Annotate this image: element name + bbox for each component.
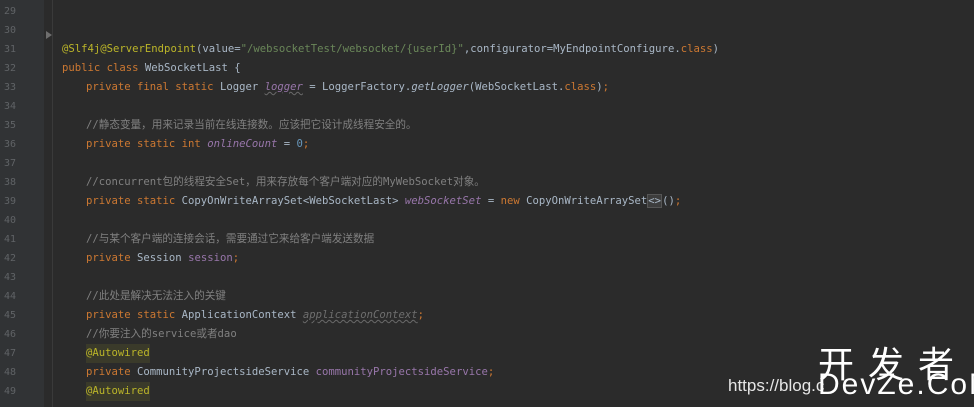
class-declaration: WebSocketLast {: [138, 62, 241, 74]
line-number: 36: [3, 139, 16, 150]
semicolon: ;: [302, 138, 310, 150]
code-line-33: 33 private final static Logger logger = …: [0, 78, 974, 97]
code-line-40: 40: [0, 211, 974, 230]
code-line-32: 32 public class WebSocketLast {: [0, 59, 974, 78]
field-name: communityProjectsideService: [315, 366, 488, 378]
semicolon: ;: [487, 366, 495, 378]
line-number: 34: [3, 101, 16, 112]
keyword: private: [86, 366, 131, 378]
fold-arrow-icon[interactable]: [46, 31, 52, 39]
line-number: 38: [3, 177, 16, 188]
code-token: Session: [130, 252, 189, 264]
line-number: 44: [3, 291, 16, 302]
line-number: 37: [3, 158, 16, 169]
code-line-34: 34: [0, 97, 974, 116]
code-line-38: 38 //concurrent包的线程安全Set，用来存放每个客户端对应的MyW…: [0, 173, 974, 192]
code-token: = LoggerFactory.: [302, 81, 412, 93]
line-number: 39: [3, 196, 16, 207]
line-number: 31: [3, 44, 16, 55]
watermark-logo-english: DevZe.CoM: [818, 368, 974, 401]
code-token: =: [481, 195, 501, 207]
code-line-45: 45 private static ApplicationContext app…: [0, 306, 974, 325]
field-name: onlineCount: [207, 138, 278, 150]
keyword: class: [564, 81, 597, 93]
annotation: @Autowired: [86, 382, 150, 401]
watermark-url: https://blog.c: [728, 376, 825, 395]
keyword: private final static: [86, 81, 214, 93]
line-number: 48: [3, 367, 16, 378]
code-token: (): [662, 195, 675, 207]
code-line-39: 39 private static CopyOnWriteArraySet<We…: [0, 192, 974, 211]
code-line-43: 43: [0, 268, 974, 287]
line-number: 42: [3, 253, 16, 264]
line-number: 46: [3, 329, 16, 340]
keyword: new: [500, 195, 520, 207]
code-line-35: 35 //静态变量，用来记录当前在线连接数。应该把它设计成线程安全的。: [0, 116, 974, 135]
keyword: private static: [86, 195, 176, 207]
comment: //concurrent包的线程安全Set，用来存放每个客户端对应的MyWebS…: [86, 176, 485, 188]
method-call: getLogger: [411, 81, 469, 93]
line-number: 40: [3, 215, 16, 226]
line-number: 49: [3, 386, 16, 397]
semicolon: ;: [417, 309, 425, 321]
code-line-42: 42 private Session session;: [0, 249, 974, 268]
line-number: 33: [3, 82, 16, 93]
annotation: @Autowired: [86, 344, 150, 363]
field-name: webSocketSet: [404, 195, 482, 207]
line-number: 43: [3, 272, 16, 283]
code-token: Logger: [213, 81, 265, 93]
code-line-30: 30 @ServerEndpoint(value="/websocketTest…: [0, 21, 974, 55]
line-number: 30: [3, 25, 16, 36]
code-token: =: [277, 138, 297, 150]
keyword: private: [86, 252, 131, 264]
field-name: session: [188, 252, 233, 264]
line-number: 32: [3, 63, 16, 74]
code-token: CopyOnWriteArraySet<WebSocketLast>: [175, 195, 405, 207]
line-number: 41: [3, 234, 16, 245]
code-line-36: 36 private static int onlineCount = 0;: [0, 135, 974, 154]
field-name: logger: [264, 81, 303, 93]
line-number: 35: [3, 120, 16, 131]
comment: //你要注入的service或者dao: [86, 328, 237, 340]
diamond-operator[interactable]: <>: [647, 194, 663, 208]
field-name: applicationContext: [302, 309, 418, 321]
code-line-31: 31 @Slf4j: [0, 40, 974, 59]
semicolon: ;: [602, 81, 610, 93]
semicolon: ;: [674, 195, 682, 207]
code-token: (WebSocketLast.: [468, 81, 565, 93]
code-line-37: 37: [0, 154, 974, 173]
line-number: 45: [3, 310, 16, 321]
annotation: @Slf4j: [62, 43, 101, 55]
comment: //此处是解决无法注入的关键: [86, 290, 226, 302]
keyword: private static: [86, 309, 176, 321]
semicolon: ;: [232, 252, 240, 264]
code-token: ApplicationContext: [175, 309, 303, 321]
line-number: 29: [3, 6, 16, 17]
code-token: CommunityProjectsideService: [130, 366, 316, 378]
line-number: 47: [3, 348, 16, 359]
code-line-41: 41 //与某个客户端的连接会话，需要通过它来给客户端发送数据: [0, 230, 974, 249]
comment: //静态变量，用来记录当前在线连接数。应该把它设计成线程安全的。: [86, 119, 417, 131]
code-token: CopyOnWriteArraySet: [519, 195, 648, 207]
keyword: private static int: [86, 138, 201, 150]
comment: //与某个客户端的连接会话，需要通过它来给客户端发送数据: [86, 233, 375, 245]
code-line-29: 29: [0, 2, 974, 21]
code-line-44: 44 //此处是解决无法注入的关键: [0, 287, 974, 306]
keyword: public class: [62, 62, 139, 74]
